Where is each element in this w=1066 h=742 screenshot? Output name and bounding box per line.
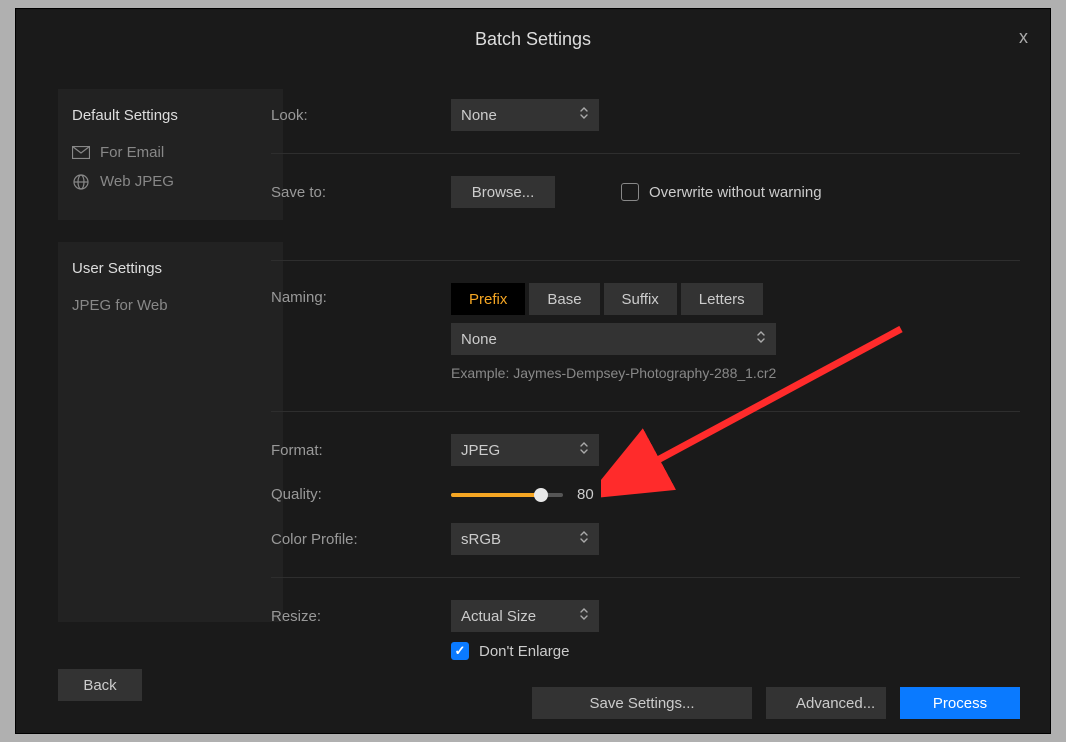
main-panel: Look: None Save to: Browse... Overwrite … (271, 69, 1050, 733)
tab-prefix[interactable]: Prefix (451, 283, 525, 315)
back-button[interactable]: Back (58, 669, 142, 701)
globe-icon (72, 175, 90, 189)
resize-dropdown[interactable]: Actual Size (451, 600, 599, 632)
color-profile-label: Color Profile: (271, 531, 451, 548)
sidebar-item-label: JPEG for Web (72, 297, 168, 314)
default-settings-title: Default Settings (72, 107, 269, 124)
resize-label: Resize: (271, 608, 451, 625)
sidebar-item-label: For Email (100, 144, 164, 161)
naming-tabs: Prefix Base Suffix Letters (451, 283, 776, 315)
user-settings-group: User Settings JPEG for Web (58, 242, 283, 622)
sidebar-item-jpeg-for-web[interactable]: JPEG for Web (72, 291, 269, 320)
color-profile-dropdown[interactable]: sRGB (451, 523, 599, 555)
dont-enlarge-checkbox[interactable] (451, 642, 469, 660)
divider (271, 153, 1020, 154)
sidebar-item-for-email[interactable]: For Email (72, 138, 269, 167)
dialog-title: Batch Settings (475, 29, 591, 50)
close-icon[interactable]: x (1019, 27, 1028, 48)
quality-slider[interactable] (451, 493, 563, 497)
look-label: Look: (271, 107, 451, 124)
naming-value: None (461, 331, 497, 348)
sidebar-item-web-jpeg[interactable]: Web JPEG (72, 167, 269, 196)
dont-enlarge-label: Don't Enlarge (479, 643, 569, 660)
chevron-updown-icon (579, 530, 589, 548)
tab-base[interactable]: Base (529, 283, 599, 315)
default-settings-group: Default Settings For Email Web JPEG (58, 89, 283, 220)
sidebar-item-label: Web JPEG (100, 173, 174, 190)
naming-example: Example: Jaymes-Dempsey-Photography-288_… (451, 365, 776, 381)
chevron-updown-icon (579, 441, 589, 459)
naming-dropdown[interactable]: None (451, 323, 776, 355)
mail-icon (72, 146, 90, 160)
overwrite-checkbox[interactable] (621, 183, 639, 201)
color-profile-value: sRGB (461, 531, 501, 548)
overwrite-label: Overwrite without warning (649, 184, 822, 201)
divider (271, 260, 1020, 261)
save-settings-button[interactable]: Save Settings... (532, 687, 752, 719)
divider (271, 577, 1020, 578)
chevron-updown-icon (756, 330, 766, 348)
slider-thumb[interactable] (534, 488, 548, 502)
quality-label: Quality: (271, 486, 451, 503)
format-label: Format: (271, 442, 451, 459)
tab-suffix[interactable]: Suffix (604, 283, 677, 315)
format-dropdown[interactable]: JPEG (451, 434, 599, 466)
save-to-label: Save to: (271, 184, 451, 201)
look-value: None (461, 107, 497, 124)
format-value: JPEG (461, 442, 500, 459)
chevron-updown-icon (579, 607, 589, 625)
sidebar: Default Settings For Email Web JPEG User… (16, 69, 271, 733)
process-button[interactable]: Process (900, 687, 1020, 719)
titlebar: Batch Settings x (16, 9, 1050, 69)
divider (271, 411, 1020, 412)
batch-settings-dialog: Batch Settings x Default Settings For Em… (15, 8, 1051, 734)
tab-letters[interactable]: Letters (681, 283, 763, 315)
browse-button[interactable]: Browse... (451, 176, 555, 208)
quality-value: 80 (577, 486, 594, 503)
footer-buttons: Save Settings... Advanced... Process (532, 687, 1020, 719)
user-settings-title: User Settings (72, 260, 269, 277)
look-dropdown[interactable]: None (451, 99, 599, 131)
advanced-button[interactable]: Advanced... (766, 687, 886, 719)
naming-label: Naming: (271, 283, 451, 306)
chevron-updown-icon (579, 106, 589, 124)
resize-value: Actual Size (461, 608, 536, 625)
